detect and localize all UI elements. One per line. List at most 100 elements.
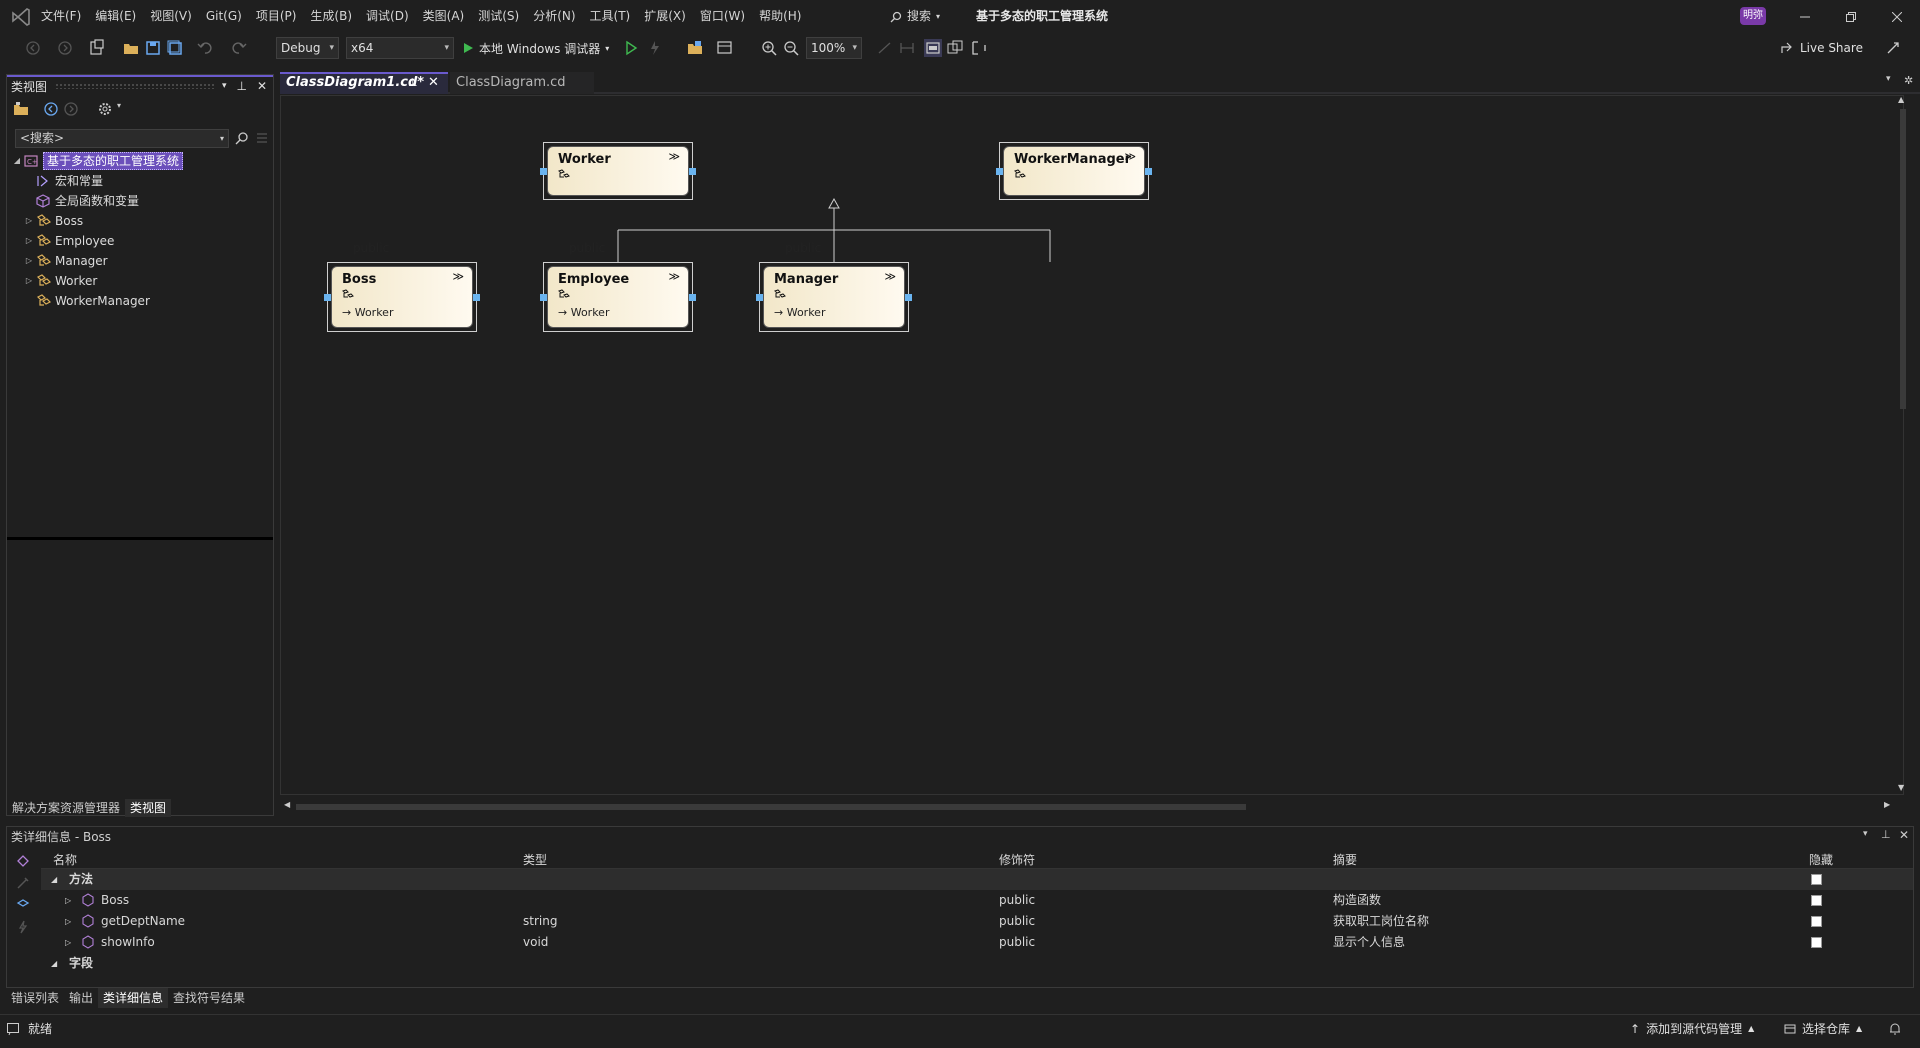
member-type[interactable]: void (523, 932, 548, 953)
association-icon[interactable] (876, 39, 894, 57)
new-project-icon[interactable] (88, 39, 106, 57)
menu-item-2[interactable]: 视图(V) (145, 0, 197, 33)
expand-chevron-icon[interactable]: ≫ (884, 270, 896, 283)
hide-checkbox[interactable] (1811, 916, 1822, 927)
collapsed-icon[interactable]: ▷ (65, 911, 71, 932)
member-type[interactable]: string (523, 911, 557, 932)
tab-classdiagram[interactable]: ClassDiagram.cd (450, 72, 594, 94)
scroll-right-icon[interactable]: ▶ (1884, 800, 1890, 809)
pin-icon[interactable]: ⊥ (236, 79, 246, 93)
member-summary[interactable]: 显示个人信息 (1333, 932, 1405, 953)
close-icon[interactable]: ✕ (257, 79, 267, 93)
expand-chevron-icon[interactable]: ≫ (668, 150, 680, 163)
zoom-out-icon[interactable] (782, 39, 800, 57)
layout-diagram-icon[interactable] (946, 39, 964, 57)
undo-icon[interactable] (196, 39, 214, 57)
new-method-icon[interactable] (15, 853, 31, 869)
save-all-icon[interactable] (166, 39, 184, 57)
new-folder-icon[interactable] (13, 101, 29, 117)
zoom-in-icon[interactable] (760, 39, 778, 57)
expand-chevron-icon[interactable]: ≫ (452, 270, 464, 283)
platform-select[interactable]: x64 ▾ (346, 37, 454, 59)
navigate-forward-icon[interactable] (56, 39, 74, 57)
new-event-icon[interactable] (15, 919, 31, 935)
panel-splitter[interactable] (7, 537, 273, 540)
resize-handle[interactable] (905, 294, 912, 301)
menu-item-12[interactable]: 窗口(W) (695, 0, 750, 33)
member-summary[interactable]: 构造函数 (1333, 890, 1381, 911)
class-shape-worker[interactable]: Worker ≫ (540, 142, 696, 200)
forward-icon[interactable] (63, 101, 79, 117)
scroll-left-icon[interactable]: ◀ (284, 800, 290, 809)
title-search-box[interactable]: 搜索 ▾ (890, 0, 940, 33)
resize-handle[interactable] (540, 168, 547, 175)
scroll-down-icon[interactable]: ▼ (1898, 783, 1904, 792)
close-icon[interactable]: ✕ (1899, 828, 1909, 842)
new-property-icon[interactable] (15, 875, 31, 891)
search-icon[interactable] (235, 131, 249, 145)
menu-item-13[interactable]: 帮助(H) (754, 0, 806, 33)
add-to-source-control-button[interactable]: ↑ 添加到源代码管理 ▲ (1630, 1015, 1754, 1043)
adjust-shapes-icon[interactable] (970, 39, 988, 57)
hide-checkbox[interactable] (1811, 874, 1822, 885)
collapsed-icon[interactable]: ▷ (23, 271, 35, 291)
hide-checkbox[interactable] (1811, 895, 1822, 906)
table-row[interactable]: ▷ Boss public 构造函数 (41, 890, 1913, 911)
class-shape-boss[interactable]: Boss ≫ → Worker (324, 262, 480, 332)
tree-item-globals[interactable]: 全局函数和变量 (7, 191, 273, 211)
resize-handle[interactable] (324, 294, 331, 301)
new-field-icon[interactable] (15, 897, 31, 913)
navigate-back-icon[interactable] (24, 39, 42, 57)
tree-item-solution[interactable]: ◢ C+ 基于多态的职工管理系统 (7, 151, 273, 171)
minimize-button[interactable] (1782, 0, 1828, 33)
pin-icon[interactable]: ⊥ (1881, 828, 1891, 841)
drag-handle[interactable] (55, 83, 214, 89)
tab-class-details[interactable]: 类详细信息 (98, 988, 169, 1008)
member-modifier[interactable]: public (999, 932, 1035, 953)
settings-icon[interactable] (97, 101, 113, 117)
chevron-down-icon[interactable]: ▾ (220, 130, 224, 147)
menu-item-9[interactable]: 分析(N) (528, 0, 580, 33)
zoom-select[interactable]: 100% ▾ (806, 37, 862, 59)
chevron-down-icon[interactable]: ▾ (222, 81, 227, 91)
tree-item-macros[interactable]: 宏和常量 (7, 171, 273, 191)
notifications-bell-icon[interactable] (1888, 1022, 1902, 1036)
menu-item-0[interactable]: 文件(F) (36, 0, 86, 33)
display-type-icon[interactable] (924, 39, 942, 57)
menu-item-4[interactable]: 项目(P) (251, 0, 302, 33)
select-repository-button[interactable]: 选择仓库 ▲ (1784, 1015, 1862, 1043)
gear-icon[interactable]: ✲ (1904, 74, 1913, 87)
collapsed-icon[interactable]: ▷ (23, 251, 35, 271)
resize-handle[interactable] (996, 168, 1003, 175)
close-icon[interactable]: ✕ (428, 74, 439, 92)
tree-item-manager[interactable]: ▷ Manager (7, 251, 273, 271)
collapsed-icon[interactable]: ▷ (23, 231, 35, 251)
configuration-select[interactable]: Debug ▾ (276, 37, 339, 59)
redo-icon[interactable] (230, 39, 248, 57)
tree-item-workermanager[interactable]: WorkerManager (7, 291, 273, 311)
expand-chevron-icon[interactable]: ≫ (1124, 150, 1136, 163)
class-shape-employee[interactable]: Employee ≫ → Worker (540, 262, 696, 332)
member-name[interactable]: getDeptName (101, 911, 185, 932)
member-modifier[interactable]: public (999, 911, 1035, 932)
restore-button[interactable] (1828, 0, 1874, 33)
tab-find-symbol-results[interactable]: 查找符号结果 (168, 988, 250, 1008)
tree-item-worker[interactable]: ▷ Worker (7, 271, 273, 291)
scrollbar-thumb[interactable] (296, 804, 1246, 810)
live-share-button[interactable]: Live Share (1780, 37, 1863, 59)
collapsed-icon[interactable]: ▷ (23, 211, 35, 231)
class-diagram-canvas[interactable]: public public public Worker ≫ WorkerMana… (280, 95, 1904, 795)
member-name[interactable]: showInfo (101, 932, 155, 953)
save-icon[interactable] (144, 39, 162, 57)
start-debugging-button[interactable]: 本地 Windows 调试器 ▾ (462, 37, 609, 59)
layout-icon[interactable] (716, 39, 734, 57)
horizontal-scrollbar[interactable]: ◀ ▶ (280, 800, 1900, 814)
menu-item-10[interactable]: 工具(T) (585, 0, 636, 33)
resize-handle[interactable] (1145, 168, 1152, 175)
resize-handle[interactable] (689, 168, 696, 175)
chevron-down-icon[interactable]: ▾ (1886, 74, 1891, 84)
member-modifier[interactable]: public (999, 890, 1035, 911)
class-shape-workermanager[interactable]: WorkerManager ≫ (996, 142, 1152, 200)
open-folder-icon[interactable] (122, 39, 140, 57)
account-avatar[interactable]: 明弥 (1740, 7, 1766, 25)
